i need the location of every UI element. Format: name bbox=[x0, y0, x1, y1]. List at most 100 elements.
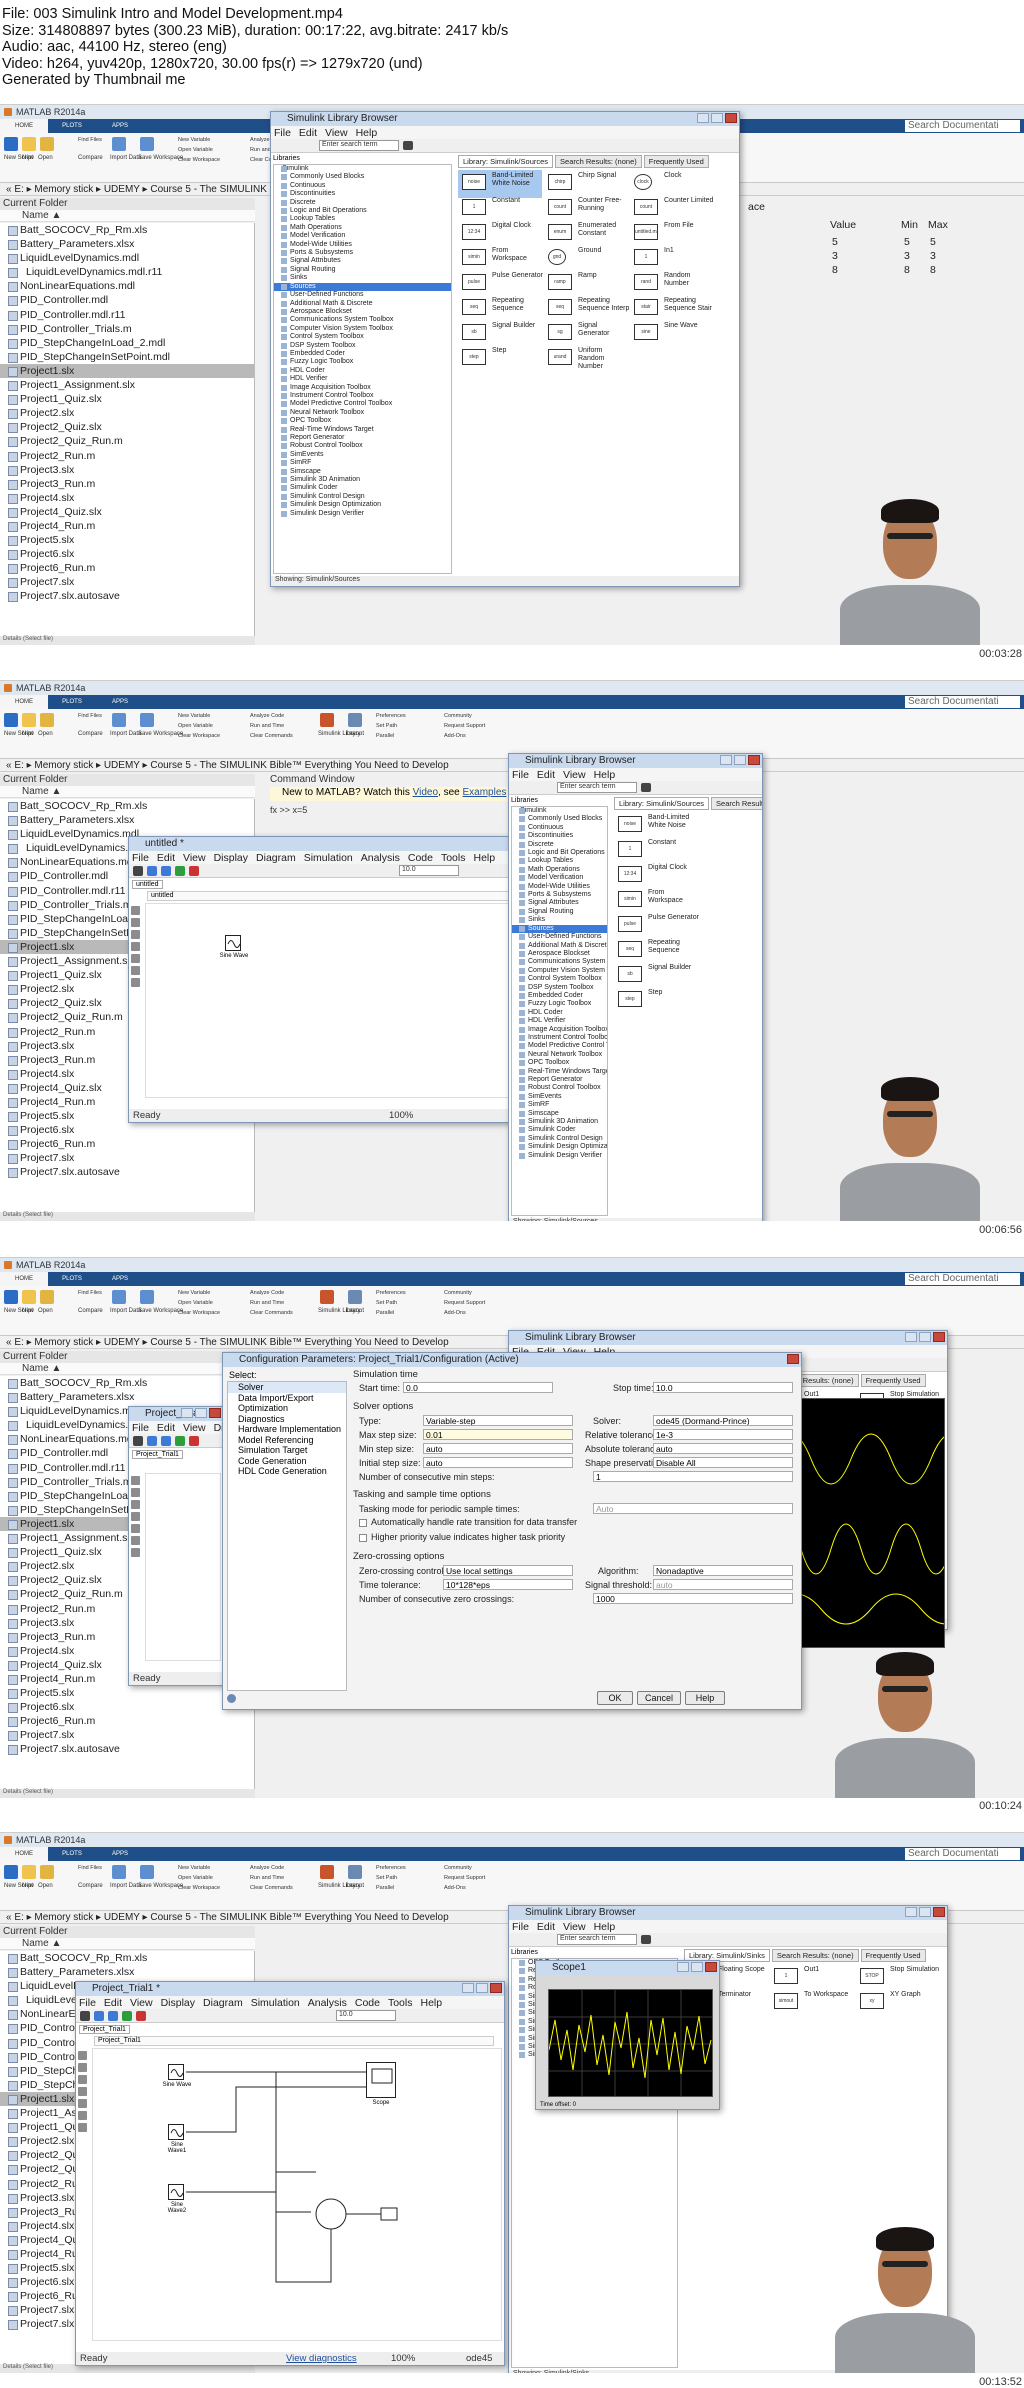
side-tool-icon-2[interactable] bbox=[131, 930, 140, 939]
library-tab-1[interactable]: Search Results: (none) bbox=[555, 155, 642, 168]
library-tree-item[interactable]: Model Verification bbox=[274, 232, 451, 240]
library-block[interactable]: sg Signal Generator bbox=[544, 320, 628, 348]
doc-search-input[interactable]: Search Documentati bbox=[905, 696, 1020, 708]
library-tree-item[interactable]: Ports & Subsystems bbox=[274, 249, 451, 257]
library-tree-item[interactable]: Communications System Toolbox bbox=[274, 316, 451, 324]
library-tree-item[interactable]: Sinks bbox=[512, 916, 607, 924]
ribbon-small-15[interactable]: Set Path bbox=[376, 1875, 397, 1881]
library-tree[interactable]: Simulink Commonly Used Blocks Continuous Di… bbox=[273, 164, 452, 574]
library-tree-item[interactable]: Discrete bbox=[512, 841, 607, 849]
category-item[interactable]: Solver bbox=[228, 1382, 346, 1393]
library-block[interactable]: ramp Ramp bbox=[544, 270, 628, 298]
binoculars-icon[interactable] bbox=[641, 783, 651, 792]
ribbon-small-7[interactable]: New Variable bbox=[178, 1290, 210, 1296]
toolbar-icon-2[interactable] bbox=[161, 866, 171, 876]
ribbon-small-8[interactable]: Open Variable bbox=[178, 1300, 213, 1306]
library-tab-0[interactable]: Library: Simulink/Sources bbox=[458, 155, 554, 168]
toolbar-icon-4[interactable] bbox=[189, 1436, 199, 1446]
library-block[interactable]: stair Repeating Sequence Stair bbox=[630, 295, 714, 323]
min-step-input[interactable]: auto bbox=[423, 1443, 573, 1454]
new-script-icon[interactable] bbox=[4, 1865, 18, 1879]
ribbon-small-15[interactable]: Set Path bbox=[376, 1300, 397, 1306]
maximize-button[interactable] bbox=[691, 1962, 703, 1972]
maximize-button[interactable] bbox=[919, 1907, 931, 1917]
side-tool-icon-1[interactable] bbox=[131, 918, 140, 927]
side-tool-icon-0[interactable] bbox=[131, 1476, 140, 1485]
layout-icon[interactable] bbox=[348, 1290, 362, 1304]
library-block[interactable]: urand Uniform Random Number bbox=[544, 345, 628, 373]
library-tree-item[interactable]: Robust Control Toolbox bbox=[512, 1084, 607, 1092]
layout-icon[interactable] bbox=[348, 713, 362, 727]
ribbon-small-14[interactable]: Preferences bbox=[376, 713, 406, 719]
library-block[interactable]: chirp Chirp Signal bbox=[544, 170, 628, 198]
minimize-button[interactable] bbox=[720, 755, 732, 765]
library-block[interactable]: seq Repeating Sequence bbox=[614, 937, 698, 965]
library-tree-item[interactable]: Simulink Design Verifier bbox=[274, 510, 451, 518]
library-block[interactable]: seq Repeating Sequence Interp bbox=[544, 295, 629, 323]
minimize-button[interactable] bbox=[697, 113, 709, 123]
file-item[interactable]: Project7.slx.autosave bbox=[0, 1165, 254, 1179]
library-tree-item[interactable]: OPC Toolbox bbox=[512, 1059, 607, 1067]
file-item[interactable]: Project7.slx.autosave bbox=[0, 589, 254, 603]
category-item[interactable]: Hardware Implementation bbox=[228, 1424, 346, 1435]
simulink-library-icon[interactable] bbox=[320, 1290, 334, 1304]
tab-plots[interactable]: PLOTS bbox=[48, 1847, 96, 1861]
library-tree-item[interactable]: Additional Math & Discrete bbox=[274, 300, 451, 308]
side-tool-icon-4[interactable] bbox=[131, 1524, 140, 1533]
ribbon-small-20[interactable]: Find Files bbox=[78, 713, 102, 719]
library-tree-item[interactable]: Model-Wide Utilities bbox=[512, 883, 607, 891]
file-item[interactable]: Batt_SOCOCV_Rp_Rm.xls bbox=[0, 1951, 254, 1965]
file-item[interactable]: Project2_Quiz.slx bbox=[0, 420, 254, 434]
tab-apps[interactable]: APPS bbox=[96, 1272, 144, 1286]
start-time-input[interactable]: 0.0 bbox=[403, 1382, 553, 1393]
library-tree-item[interactable]: Simscape bbox=[512, 1110, 607, 1118]
ribbon-small-19[interactable]: Add-Ons bbox=[444, 1885, 466, 1891]
library-tree-item[interactable]: Communications System Toolbox bbox=[512, 958, 607, 966]
library-block[interactable]: pulse Pulse Generator bbox=[614, 912, 699, 940]
library-tree-item[interactable]: User-Defined Functions bbox=[274, 291, 451, 299]
tab-plots[interactable]: PLOTS bbox=[48, 119, 96, 133]
category-item[interactable]: Optimization bbox=[228, 1403, 346, 1414]
file-item[interactable]: Battery_Parameters.xlsx bbox=[0, 237, 254, 251]
menu-help[interactable]: Help bbox=[473, 852, 495, 864]
library-tree-item[interactable]: Aerospace Blockset bbox=[274, 308, 451, 316]
menu-view[interactable]: View bbox=[563, 769, 586, 781]
solver-select[interactable]: ode45 (Dormand-Prince) bbox=[653, 1415, 793, 1426]
library-tree[interactable]: Simulink Commonly Used Blocks Continuous Di… bbox=[511, 806, 608, 1216]
library-block[interactable]: sb Signal Builder bbox=[614, 962, 698, 990]
stop-time-input[interactable]: 10.0 bbox=[399, 865, 459, 876]
side-tool-icon-5[interactable] bbox=[131, 1536, 140, 1545]
ribbon-small-10[interactable]: Run and Time bbox=[250, 1300, 284, 1306]
library-tree-item[interactable]: Simulink Coder bbox=[512, 1126, 607, 1134]
open-icon[interactable] bbox=[40, 713, 54, 727]
library-block[interactable]: noise Band-Limited White Noise bbox=[458, 170, 542, 198]
file-item[interactable]: Batt_SOCOCV_Rp_Rm.xls bbox=[0, 223, 254, 237]
library-tree-item[interactable]: SimEvents bbox=[274, 451, 451, 459]
close-button[interactable] bbox=[933, 1332, 945, 1342]
menu-view[interactable]: View bbox=[325, 127, 348, 139]
library-block[interactable]: 12:34 Digital Clock bbox=[614, 862, 698, 890]
video-link[interactable]: Video bbox=[413, 787, 438, 798]
library-tree-item[interactable]: Simulink Control Design bbox=[512, 1135, 607, 1143]
file-item[interactable]: Project5.slx bbox=[0, 533, 254, 547]
ribbon-small-19[interactable]: Add-Ons bbox=[444, 733, 466, 739]
file-item[interactable]: Project1_Assignment.slx bbox=[0, 378, 254, 392]
binoculars-icon[interactable] bbox=[403, 141, 413, 150]
higher-priority-checkbox[interactable] bbox=[359, 1534, 367, 1542]
init-step-input[interactable]: auto bbox=[423, 1457, 573, 1468]
new-script-icon[interactable] bbox=[4, 137, 18, 151]
binoculars-icon[interactable] bbox=[641, 1935, 651, 1944]
tab-home[interactable]: HOME bbox=[0, 1847, 48, 1861]
file-item[interactable]: Batt_SOCOCV_Rp_Rm.xls bbox=[0, 799, 254, 813]
library-tree-item[interactable]: Logic and Bit Operations bbox=[512, 849, 607, 857]
file-item[interactable]: Project2.slx bbox=[0, 406, 254, 420]
menu-display[interactable]: Display bbox=[214, 852, 248, 864]
file-item[interactable]: Project6.slx bbox=[0, 1700, 254, 1714]
tab-home[interactable]: HOME bbox=[0, 119, 48, 133]
ribbon-small-6[interactable]: Clear Workspace bbox=[178, 1885, 220, 1891]
file-item[interactable]: Battery_Parameters.xlsx bbox=[0, 1390, 254, 1404]
library-block[interactable]: enum Enumerated Constant bbox=[544, 220, 628, 248]
library-tree-item[interactable]: Continuous bbox=[512, 824, 607, 832]
library-tree-item[interactable]: Embedded Coder bbox=[512, 992, 607, 1000]
import-data-icon[interactable] bbox=[112, 137, 126, 151]
